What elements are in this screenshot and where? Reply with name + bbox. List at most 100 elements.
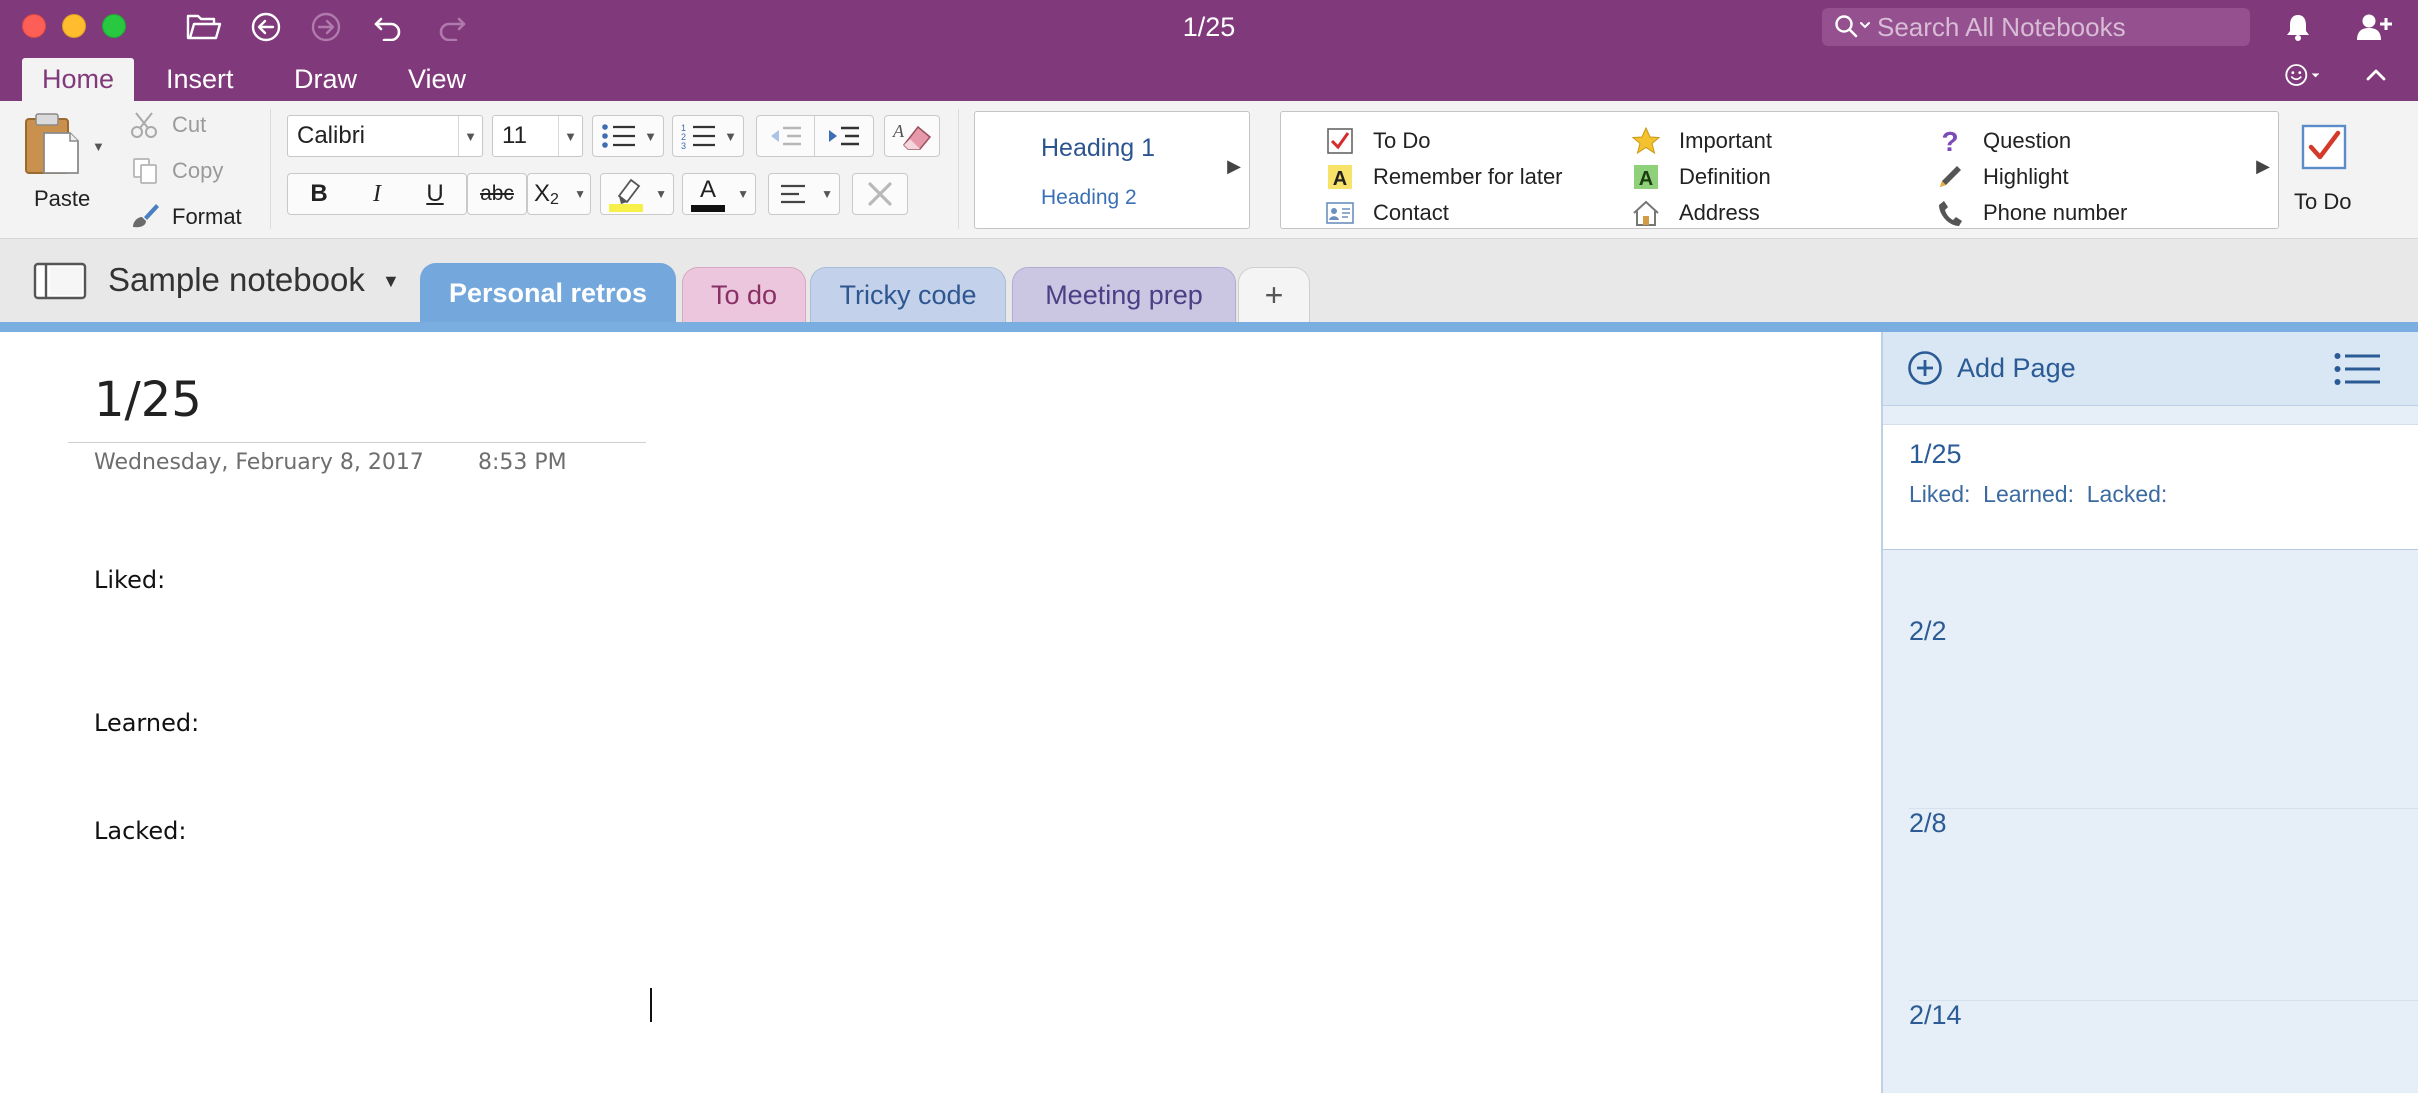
style-heading-2[interactable]: Heading 2 (1041, 186, 1137, 210)
style-heading-1[interactable]: Heading 1 (1041, 134, 1155, 163)
subscript-button[interactable]: X2 ▼ (527, 173, 591, 215)
underline-button[interactable]: U (406, 174, 464, 214)
title-bar: 1/25 (0, 0, 2418, 54)
todo-tag-label: To Do (2294, 189, 2352, 214)
paragraph-alignment-button[interactable]: ▼ (768, 173, 840, 215)
note-line-lacked[interactable]: Lacked: (94, 817, 186, 845)
tab-home[interactable]: Home (22, 58, 135, 101)
tab-draw[interactable]: Draw (274, 58, 377, 101)
tag-to-do[interactable]: To Do (1325, 126, 1430, 156)
section-tab-label: To do (710, 280, 778, 310)
tag-label: Question (1983, 128, 2072, 153)
font-size-select[interactable]: 11 ▼ (492, 115, 583, 157)
notebook-bar: Sample notebook ▼ Personal retros To do … (0, 239, 2418, 323)
note-line-liked[interactable]: Liked: (94, 566, 165, 594)
tag-address[interactable]: Address (1631, 198, 1760, 228)
close-window-button[interactable] (22, 14, 46, 38)
font-size-value: 11 (502, 122, 527, 149)
paste-button[interactable]: Paste (34, 186, 90, 212)
tags-expand-arrow-icon[interactable]: ▶ (2256, 156, 2270, 177)
increase-indent-button[interactable] (815, 116, 873, 156)
tag-contact[interactable]: Contact (1325, 198, 1449, 228)
section-tab-meeting-prep[interactable]: Meeting prep (1012, 267, 1236, 323)
chevron-down-icon: ▼ (558, 116, 582, 156)
chevron-down-icon: ▼ (574, 187, 586, 201)
tag-label: Address (1679, 200, 1760, 225)
page-item-title: 2/8 (1909, 808, 1947, 838)
strikethrough-label: abc (480, 182, 514, 205)
section-tab-label: Personal retros (448, 277, 648, 308)
decrease-indent-button[interactable] (757, 116, 815, 156)
todo-tag-button[interactable]: To Do (2290, 111, 2352, 229)
page-list-header: Add Page (1883, 332, 2418, 406)
highlight-color-button[interactable]: ▼ (600, 173, 674, 215)
section-tab-to-do[interactable]: To do (682, 267, 806, 323)
section-tab-label: Tricky code (839, 280, 977, 310)
tab-insert[interactable]: Insert (146, 58, 254, 101)
tag-remember-for-later[interactable]: A Remember for later (1325, 162, 1563, 192)
notification-bell-icon[interactable] (2278, 10, 2318, 44)
bold-button[interactable]: B (290, 174, 348, 214)
smiley-feedback-icon[interactable] (2284, 58, 2324, 92)
tag-highlight[interactable]: Highlight (1935, 162, 2069, 192)
numbered-list-button[interactable]: 123 ▼ (672, 115, 744, 157)
italic-button[interactable]: I (348, 174, 406, 214)
svg-text:A: A (892, 121, 905, 141)
paste-dropdown-icon[interactable]: ▼ (92, 139, 105, 154)
eraser-icon: A (892, 121, 932, 150)
copy-button[interactable]: Copy (172, 158, 223, 184)
tag-definition[interactable]: A Definition (1631, 162, 1771, 192)
page-title[interactable]: 1/25 (94, 372, 202, 428)
page-list-view-icon[interactable] (2334, 352, 2382, 391)
open-folder-icon[interactable] (184, 10, 224, 44)
styles-expand-arrow-icon[interactable]: ▶ (1227, 156, 1241, 177)
delete-button[interactable] (852, 173, 908, 215)
font-color-button[interactable]: A ▼ (682, 173, 756, 215)
tag-label: Definition (1679, 164, 1771, 189)
page-list-item[interactable]: 2/8 (1883, 808, 2418, 1000)
tag-important[interactable]: Important (1631, 126, 1772, 156)
format-painter-button[interactable]: Format (172, 204, 242, 230)
forward-arrow-icon[interactable] (306, 10, 346, 44)
decrease-indent-icon (770, 126, 801, 146)
bullet-list-button[interactable]: ▼ (592, 115, 664, 157)
checkbox-icon (2300, 123, 2348, 176)
tag-phone-number[interactable]: Phone number (1935, 198, 2127, 228)
search-input[interactable] (1877, 12, 2237, 42)
note-line-learned[interactable]: Learned: (94, 709, 199, 737)
search-icon[interactable] (1834, 14, 1874, 45)
add-page-button[interactable]: Add Page (1907, 350, 2076, 386)
page-item-title: 2/2 (1909, 616, 1947, 646)
notebook-icon[interactable] (32, 261, 88, 306)
chevron-down-icon: ▼ (737, 187, 749, 201)
tab-view[interactable]: View (388, 58, 486, 101)
tag-question[interactable]: ? Question (1935, 126, 2071, 156)
page-list-item[interactable]: 2/2 (1883, 616, 2418, 806)
share-add-person-icon[interactable] (2354, 10, 2394, 44)
page-list-item[interactable]: 2/14 (1883, 1000, 2418, 1093)
section-tab-tricky-code[interactable]: Tricky code (810, 267, 1006, 323)
section-tab-personal-retros[interactable]: Personal retros (420, 263, 676, 323)
page-item-title: 1/25 (1909, 439, 1962, 469)
page-time: 8:53 PM (478, 450, 567, 475)
undo-icon[interactable] (368, 10, 408, 44)
search-box[interactable] (1822, 8, 2250, 46)
back-arrow-icon[interactable] (246, 10, 286, 44)
paste-clipboard-icon[interactable] (22, 111, 82, 177)
page-list-item[interactable]: 1/25 Liked: Learned: Lacked: (1883, 424, 2418, 550)
collapse-ribbon-chevron-icon[interactable] (2356, 58, 2396, 92)
clear-formatting-button[interactable]: A (884, 115, 940, 157)
redo-icon[interactable] (432, 10, 472, 44)
strikethrough-button[interactable]: abc (467, 173, 527, 215)
zoom-window-button[interactable] (102, 14, 126, 38)
notebook-name-dropdown[interactable]: Sample notebook ▼ (108, 261, 400, 299)
format-painter-brush-icon (130, 201, 160, 234)
font-color-icon: A (691, 176, 725, 212)
title-underline (68, 442, 646, 443)
page-canvas[interactable] (0, 332, 1880, 1093)
cut-button[interactable]: Cut (172, 112, 206, 138)
align-left-icon (781, 184, 805, 204)
minimize-window-button[interactable] (62, 14, 86, 38)
add-section-button[interactable]: + (1238, 267, 1310, 323)
font-family-select[interactable]: Calibri ▼ (287, 115, 483, 157)
